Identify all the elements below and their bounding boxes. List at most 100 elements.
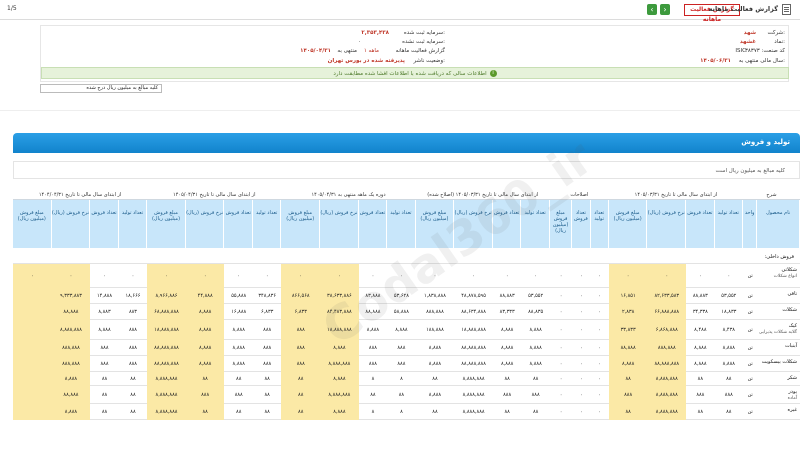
table-column-header[interactable]: مبلغ فروش (میلیون ریال) bbox=[549, 200, 573, 248]
unit-cell: تن bbox=[747, 361, 753, 367]
table-column-header[interactable]: واحد bbox=[743, 200, 758, 248]
value-cell: ۰ bbox=[265, 273, 269, 279]
value-cell: ۸,۸۸۸,۸۸۸ bbox=[328, 392, 351, 398]
table-column-header[interactable]: مبلغ فروش (میلیون ریال) bbox=[608, 200, 648, 248]
production-sales-table: شرح از ابتدای سال مالی تا تاریخ ۱۴۰۵/۰۳/۳… bbox=[13, 190, 800, 450]
value-cell: ۶۸,۸۸۸,۸۸۸ bbox=[154, 309, 179, 315]
table-column-header[interactable]: مبلغ فروش (میلیون ریال) bbox=[147, 200, 186, 248]
value-cell: ۱۶,۸۵۱ bbox=[620, 293, 636, 299]
value-cell: ۱۶,۸۸۸ bbox=[231, 309, 247, 315]
unit-select[interactable]: کلیه مبالغ به میلیون ریال درج شده bbox=[40, 84, 162, 93]
value-cell: ۸,۸۸۸ bbox=[500, 345, 514, 351]
value-cell: ۸۸,۸۸۸,۸۸۸ bbox=[154, 361, 179, 367]
value-cell: ۸,۸۸۸ bbox=[198, 361, 212, 367]
value-cell: ۸,۸۸۸ bbox=[333, 345, 346, 351]
table-column-header[interactable]: تعداد تولید bbox=[521, 200, 550, 248]
table-column-header[interactable]: مبلغ فروش (میلیون ریال) bbox=[415, 200, 455, 248]
table-column-header[interactable]: تعداد فروش bbox=[572, 200, 591, 248]
highlight-cell bbox=[13, 356, 52, 372]
value-cell: ۰ bbox=[534, 273, 537, 279]
value-cell: ۰ bbox=[165, 273, 168, 279]
value-cell: ۰ bbox=[580, 293, 583, 299]
value-cell: ۶,۸۶۸,۸۸۸ bbox=[655, 327, 678, 333]
value-cell: ۸۸۳ bbox=[128, 309, 137, 315]
table-column-header[interactable]: نرخ فروش (ریال) bbox=[51, 200, 91, 248]
table-row[interactable]: شکلات تن ۱۸,۸۳۳ ۳۴,۳۳۸ ۶۶,۸۸۸,۸۸۸ ۲,۸۳۸ ۰ ۰ ۰ ۸۸,… bbox=[13, 304, 800, 320]
value-cell: ۳۴۸,۸۳۶ bbox=[258, 293, 277, 299]
value-cell: ۸,۸۸۸,۸۸۸ bbox=[462, 392, 485, 398]
value-cell: ۸۸۸ bbox=[368, 345, 377, 351]
value-cell: ۸۸ bbox=[532, 376, 539, 382]
prev-arrow-button[interactable]: ‹ bbox=[647, 4, 657, 15]
value-cell: ۰ bbox=[559, 345, 563, 351]
table-column-header[interactable]: نرخ فروش (ریال) bbox=[647, 200, 687, 248]
table-row[interactable]: شکلات بیسکویت تن ۸,۸۸۸ ۸,۸۸۸ ۸۸,۸۸۸,۸۸۸ ۸,۸۸۸… bbox=[13, 356, 800, 372]
value-cell: ۸۸,۸۸۸ bbox=[63, 309, 79, 315]
table-column-header[interactable]: مبلغ فروش (میلیون ریال) bbox=[13, 200, 52, 248]
value-cell: ۰ bbox=[626, 273, 630, 279]
value-cell: ۸۸ bbox=[726, 409, 732, 415]
table-row[interactable]: تافی تن ۵۳,۵۵۲ ۸۸,۸۸۳ ۸۲,۶۳۳,۵۸۳ ۱۶,۸۵۱ ۰ ۰ ۰ ۵۳,… bbox=[13, 288, 800, 304]
value-cell: ۰ bbox=[30, 273, 34, 279]
table-group-header: اصلاحات bbox=[549, 190, 609, 200]
table-row[interactable]: آبنبات تن ۸,۸۸۸ ۸,۸۸۸ ۸۸۸,۸۸۸ ۸۸,۸۸۸ ۰ ۰ ۰ ۸,۸۸۸ ۸… bbox=[13, 340, 800, 356]
table-group-header: دوره یک ماهه منتهی به ۱۴۰۵/۰۴/۳۱ bbox=[281, 190, 416, 200]
value-cell: ۸۸,۸۸۸,۸۸۸ bbox=[461, 345, 486, 351]
value-cell: ۰ bbox=[559, 293, 563, 299]
value-cell: ۸۸ bbox=[264, 409, 270, 415]
value-cell: ۸,۸۸۸ bbox=[722, 345, 735, 351]
table-row[interactable]: پودر آماده تن ۸۸۸ ۸۸۸ ۸,۸۸۸,۸۸۸ ۸۸۸ ۰ ۰ ۰ ۸۸۸ ۸۸۸ ۸,… bbox=[13, 386, 800, 404]
value-cell: ۸۸۸ bbox=[296, 361, 305, 367]
next-arrow-button[interactable]: › bbox=[660, 4, 670, 15]
table-row[interactable]: شکلاتی انواع شکلات تن ۰ ۰ ۰ ۰ ۰ ۰ ۰ ۰ ۰ ۰ ۰ ۰ ۰ ۰ ۰ ۰ ۰ ۰ ۰ ۰ ۰… bbox=[13, 264, 800, 288]
table-column-header[interactable]: نام محصول bbox=[757, 200, 800, 248]
registered-capital-label: سرمایه ثبت شده: bbox=[403, 30, 445, 36]
table-column-header[interactable]: تعداد فروش bbox=[90, 200, 119, 248]
value-cell: ۰ bbox=[580, 376, 583, 382]
table-column-header[interactable]: نرخ فروش (ریال) bbox=[320, 200, 359, 248]
value-cell: ۸۸,۶۳۴,۸۸۸ bbox=[461, 309, 486, 315]
value-cell: ۰ bbox=[371, 273, 375, 279]
table-column-header[interactable]: تعداد تولید bbox=[252, 200, 282, 248]
table-column-header[interactable]: تعداد فروش bbox=[224, 200, 253, 248]
product-subname: آماده bbox=[787, 396, 797, 401]
value-cell: ۸۸,۸۸۸,۸۸۸ bbox=[654, 361, 680, 367]
table-row[interactable]: کیک گلابه شکلات پذیرایی تن ۸,۴۳۸ ۸,۴۸۸ ۶,۸۶۸,… bbox=[13, 320, 800, 340]
product-subname: گلابه شکلات پذیرایی bbox=[758, 330, 797, 335]
table-column-header[interactable]: تعداد تولید bbox=[387, 200, 416, 248]
value-cell: ۸۸ bbox=[532, 409, 539, 415]
isic-label: ISIC bbox=[735, 48, 746, 54]
value-cell: ۸,۸۸۸ bbox=[232, 361, 245, 367]
value-cell: ۸۸ bbox=[202, 376, 208, 382]
table-row[interactable]: غیره تن ۸۸ ۸۸ ۸,۸۸۸,۸۸۸ ۸۸ ۰ ۰ ۰ ۸۸ ۸۸ ۸,۸۸۸,۸۸۸ ۸۸ ۸… bbox=[13, 404, 800, 420]
table-column-header[interactable]: نرخ فروش (ریال) bbox=[454, 200, 493, 248]
symbol-label: نماد: bbox=[774, 39, 785, 45]
product-name: شکلات بیسکویت bbox=[761, 359, 797, 365]
table-group-header: از ابتدای سال مالی تا تاریخ ۱۴۰۵/۰۴/۳۱ bbox=[147, 190, 282, 200]
value-cell: ۵۸,۸۸۸ bbox=[393, 309, 409, 315]
unit-cell: تن bbox=[747, 409, 753, 415]
table-column-header[interactable]: نرخ فروش (ریال) bbox=[185, 200, 225, 248]
value-cell: ۸,۸۸۸ bbox=[64, 376, 78, 382]
table-column-header[interactable]: تعداد فروش bbox=[686, 200, 715, 248]
table-column-header[interactable]: تعداد فروش bbox=[358, 200, 388, 248]
table-column-header[interactable]: تعداد تولید bbox=[118, 200, 148, 248]
value-cell: ۱۸,۸۳۳ bbox=[721, 309, 737, 315]
highlight-cell bbox=[13, 372, 52, 386]
value-cell: ۸۸۸ bbox=[296, 327, 305, 333]
product-name: پودر bbox=[788, 389, 797, 395]
table-column-header[interactable]: مبلغ فروش (میلیون ریال) bbox=[281, 200, 321, 248]
value-cell: ۰ bbox=[598, 361, 602, 367]
table-column-header[interactable]: تعداد تولید bbox=[590, 200, 609, 248]
period-label: سال مالی منتهی به: bbox=[738, 58, 785, 64]
value-cell: ۸۸۸ bbox=[263, 361, 272, 367]
value-cell: ۰ bbox=[580, 273, 583, 279]
value-cell: ۰ bbox=[559, 392, 563, 398]
table-row[interactable]: شکر تن ۸۸ ۸۸ ۸,۸۸۸,۸۸۸ ۸۸ ۰ ۰ ۰ ۸۸ ۸۸ ۸,۸۸۸,۸۸۸ ۸۸ ۸ ۸… bbox=[13, 372, 800, 386]
table-column-header[interactable]: تعداد تولید bbox=[714, 200, 744, 248]
value-cell: ۸۸ bbox=[236, 376, 242, 382]
value-cell: ۱,۸۳۸,۸۸۸ bbox=[423, 293, 446, 299]
value-cell: ۰ bbox=[203, 273, 207, 279]
table-column-header[interactable]: تعداد فروش bbox=[492, 200, 522, 248]
highlight-cell bbox=[13, 386, 52, 404]
